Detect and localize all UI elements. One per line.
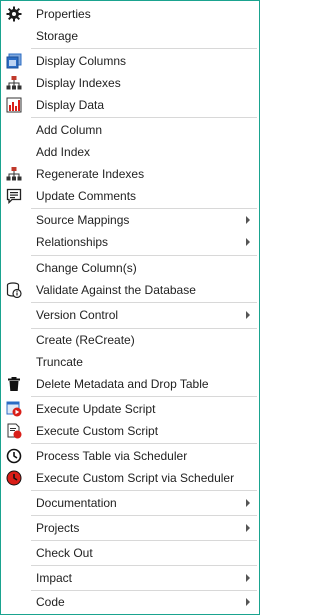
menu-item-label: Display Data [36, 98, 105, 112]
menu-item-label: Relationships [36, 235, 109, 249]
menu-item-display-data[interactable]: Display Data [1, 94, 259, 116]
menu-item-label: Create (ReCreate) [36, 333, 135, 347]
menu-item-add-column[interactable]: Add Column [1, 119, 259, 141]
clock-icon [6, 448, 22, 464]
menu-separator [31, 396, 257, 397]
menu-item-projects[interactable]: Projects [1, 517, 259, 539]
menu-separator [31, 48, 257, 49]
menu-separator [31, 540, 257, 541]
menu-separator [31, 255, 257, 256]
submenu-arrow-icon [246, 574, 250, 582]
menu-item-label: Delete Metadata and Drop Table [36, 377, 209, 391]
menu-item-properties[interactable]: Properties [1, 3, 259, 25]
hierarchy-icon [6, 75, 22, 91]
menu-item-relationships[interactable]: Relationships [1, 231, 259, 253]
custom-script-icon [6, 423, 22, 439]
comment-icon [6, 188, 22, 205]
gear-icon [6, 6, 22, 22]
menu-item-display-indexes[interactable]: Display Indexes [1, 72, 259, 94]
menu-item-execute-custom-script-via-scheduler[interactable]: Execute Custom Script via Scheduler [1, 467, 259, 489]
menu-item-label: Impact [36, 571, 73, 585]
clock-red-icon [6, 470, 22, 486]
menu-item-change-columns[interactable]: Change Column(s) [1, 257, 259, 279]
menu-item-label: Regenerate Indexes [36, 167, 145, 181]
menu-separator [31, 302, 257, 303]
menu-separator [31, 565, 257, 566]
menu-item-label: Add Index [36, 145, 91, 159]
menu-item-regenerate-indexes[interactable]: Regenerate Indexes [1, 163, 259, 185]
menu-item-label: Version Control [36, 308, 119, 322]
menu-item-process-table-via-scheduler[interactable]: Process Table via Scheduler [1, 445, 259, 467]
menu-separator [31, 117, 257, 118]
menu-item-label: Execute Custom Script via Scheduler [36, 471, 235, 485]
menu-separator [31, 443, 257, 444]
menu-item-check-out[interactable]: Check Out [1, 542, 259, 564]
menu-item-label: Code [36, 595, 65, 609]
menu-item-validate-against-database[interactable]: Validate Against the Database [1, 279, 259, 301]
menu-item-label: Truncate [36, 355, 83, 369]
menu-item-label: Check Out [36, 546, 93, 560]
trash-icon [6, 376, 22, 392]
menu-item-create-recreate[interactable]: Create (ReCreate) [1, 329, 259, 351]
menu-item-update-comments[interactable]: Update Comments [1, 185, 259, 207]
menu-item-label: Display Indexes [36, 76, 121, 90]
menu-item-execute-update-script[interactable]: Execute Update Script [1, 398, 259, 420]
columns-window-icon [6, 53, 22, 69]
menu-item-impact[interactable]: Impact [1, 567, 259, 589]
hierarchy-icon [6, 166, 22, 182]
menu-item-display-columns[interactable]: Display Columns [1, 50, 259, 72]
menu-separator [31, 490, 257, 491]
submenu-arrow-icon [246, 238, 250, 246]
menu-item-label: Execute Custom Script [36, 424, 159, 438]
bar-chart-icon [6, 97, 22, 113]
database-info-icon [6, 282, 22, 299]
submenu-arrow-icon [246, 216, 250, 224]
menu-item-truncate[interactable]: Truncate [1, 351, 259, 373]
menu-item-label: Display Columns [36, 54, 127, 68]
menu-item-execute-custom-script[interactable]: Execute Custom Script [1, 420, 259, 442]
menu-item-add-index[interactable]: Add Index [1, 141, 259, 163]
menu-item-source-mappings[interactable]: Source Mappings [1, 209, 259, 231]
submenu-arrow-icon [246, 524, 250, 532]
menu-item-code[interactable]: Code [1, 591, 259, 613]
menu-item-documentation[interactable]: Documentation [1, 492, 259, 514]
menu-item-label: Validate Against the Database [36, 283, 196, 297]
context-menu: Properties Storage Display Columns Displ… [0, 0, 260, 615]
menu-item-label: Add Column [36, 123, 103, 137]
submenu-arrow-icon [246, 598, 250, 606]
menu-item-delete-metadata-drop-table[interactable]: Delete Metadata and Drop Table [1, 373, 259, 395]
menu-item-version-control[interactable]: Version Control [1, 304, 259, 326]
play-script-icon [6, 401, 22, 417]
menu-item-label: Projects [36, 521, 80, 535]
menu-item-label: Update Comments [36, 189, 137, 203]
menu-item-label: Change Column(s) [36, 261, 137, 275]
menu-item-label: Properties [36, 7, 91, 21]
menu-item-label: Storage [36, 29, 79, 43]
menu-item-label: Process Table via Scheduler [36, 449, 188, 463]
menu-item-label: Source Mappings [36, 213, 130, 227]
menu-separator [31, 515, 257, 516]
submenu-arrow-icon [246, 311, 250, 319]
menu-item-label: Execute Update Script [36, 402, 156, 416]
menu-item-storage[interactable]: Storage [1, 25, 259, 47]
submenu-arrow-icon [246, 499, 250, 507]
menu-item-label: Documentation [36, 496, 117, 510]
